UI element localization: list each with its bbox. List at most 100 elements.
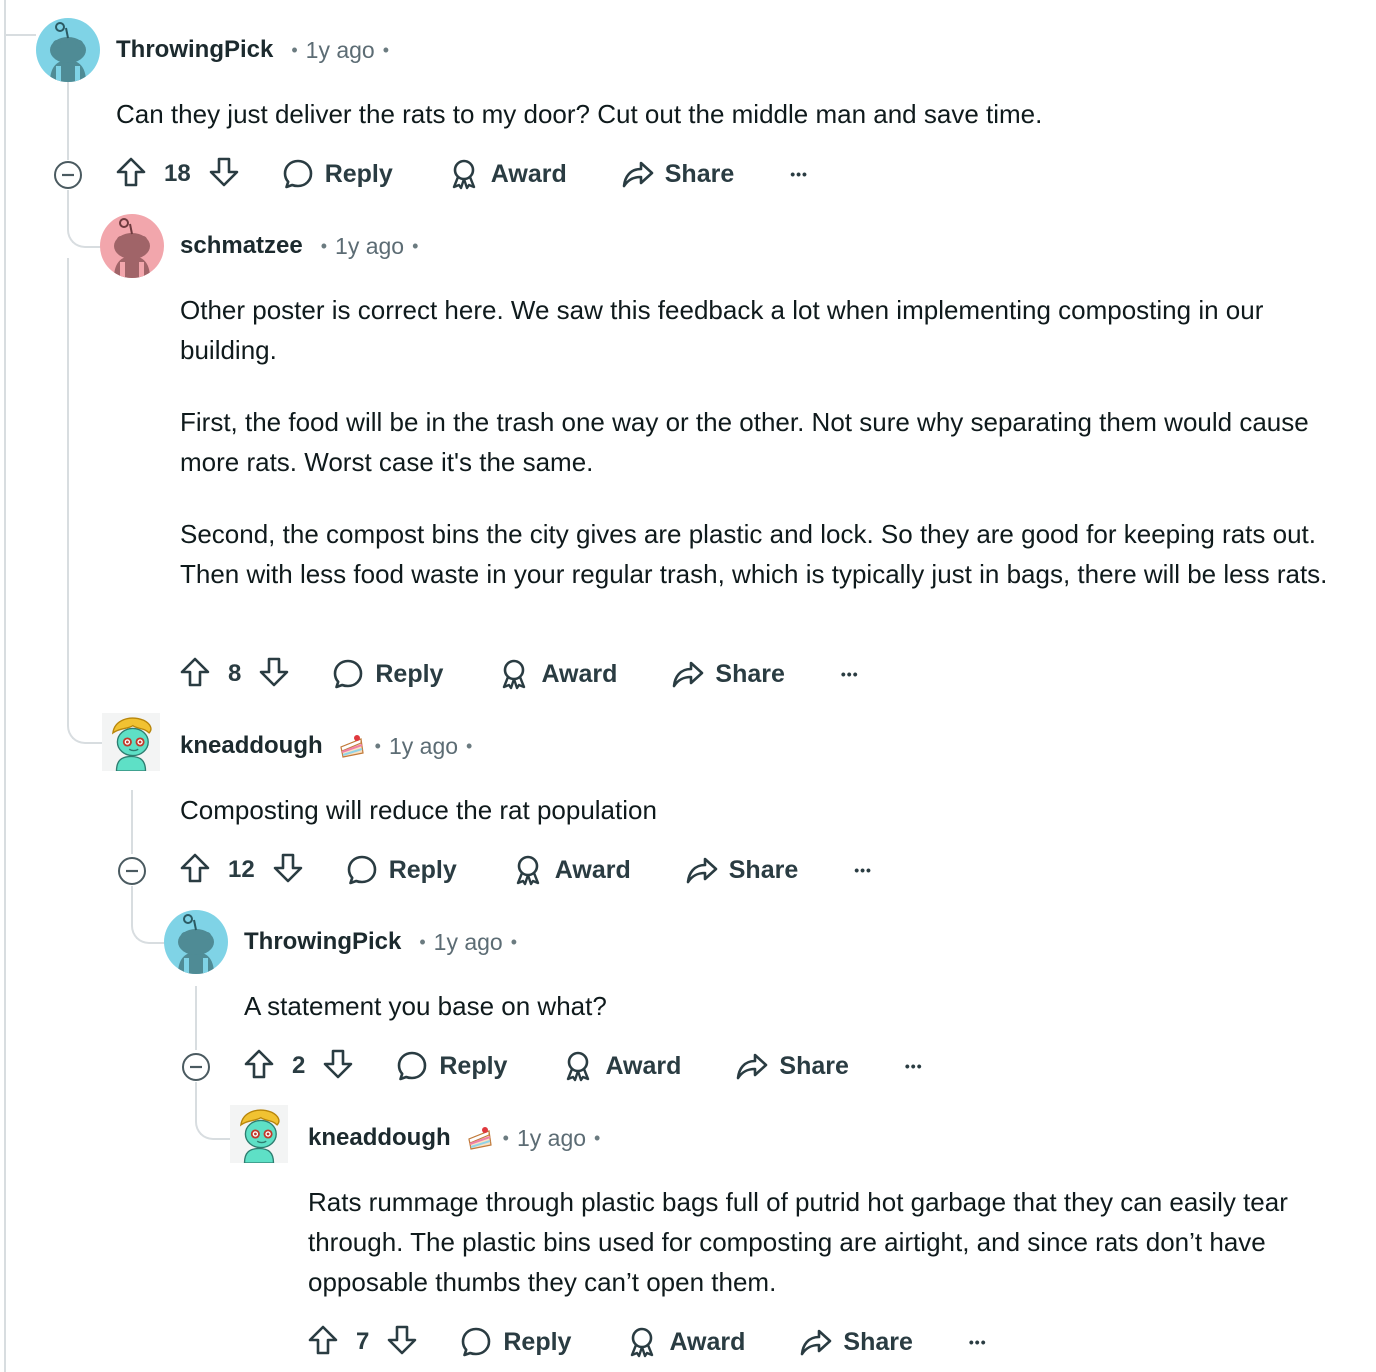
share-button[interactable]: Share: [735, 1049, 849, 1083]
timestamp[interactable]: 1y ago: [306, 37, 375, 64]
upvote-button[interactable]: [178, 851, 212, 890]
comment-body: Other poster is correct here. We saw thi…: [180, 290, 1360, 594]
avatar[interactable]: [230, 1102, 288, 1166]
snoo-avatar-icon: [164, 910, 228, 974]
upvote-icon: [178, 851, 212, 885]
timestamp[interactable]: 1y ago: [389, 733, 458, 760]
comment-actions: 12 Reply Award Share •••: [178, 850, 872, 890]
timestamp[interactable]: 1y ago: [335, 233, 404, 260]
upvote-button[interactable]: [306, 1323, 340, 1362]
upvote-icon: [242, 1047, 276, 1081]
upvote-icon: [178, 655, 212, 689]
award-icon: [625, 1325, 659, 1359]
downvote-icon: [207, 155, 241, 189]
comment-body: Rats rummage through plastic bags full o…: [308, 1182, 1364, 1302]
author-name[interactable]: ThrowingPick: [116, 36, 273, 64]
award-label: Award: [490, 159, 567, 188]
comment-paragraph: Composting will reduce the rat populatio…: [180, 795, 657, 825]
reply-label: Reply: [375, 659, 444, 688]
author-name[interactable]: kneaddough: [308, 1124, 451, 1152]
separator-dot: •: [320, 235, 328, 256]
author-name[interactable]: schmatzee: [180, 232, 303, 260]
separator-dot: •: [374, 735, 381, 756]
comment-paragraph: A statement you base on what?: [244, 991, 607, 1021]
upvote-button[interactable]: [114, 155, 148, 194]
award-icon: [561, 1049, 595, 1083]
comment-actions: 8 Reply Award Share •••: [178, 654, 859, 694]
reply-button[interactable]: Reply: [331, 657, 443, 691]
collapse-thread-icon[interactable]: [181, 1052, 211, 1082]
award-icon: [511, 853, 545, 887]
downvote-icon: [271, 851, 305, 885]
comment-actions: 2 Reply Award Share •••: [242, 1046, 923, 1086]
award-icon: [497, 657, 531, 691]
downvote-button[interactable]: [271, 851, 305, 890]
reply-button[interactable]: Reply: [395, 1049, 507, 1083]
comment-meta: schmatzee • 1y ago •: [180, 230, 426, 262]
downvote-button[interactable]: [207, 155, 241, 194]
downvote-button[interactable]: [321, 1047, 355, 1086]
share-icon: [799, 1325, 833, 1359]
vote-count: 12: [228, 856, 255, 883]
comment-actions: 18 Reply Award Share •••: [114, 154, 808, 194]
snoo-avatar-icon: [36, 18, 100, 82]
comment-meta: kneaddough • 1y ago •: [180, 730, 480, 762]
award-button[interactable]: Award: [497, 657, 617, 691]
comment-paragraph: Other poster is correct here. We saw thi…: [180, 295, 1264, 365]
reply-icon: [331, 657, 365, 691]
share-button[interactable]: Share: [671, 657, 785, 691]
downvote-button[interactable]: [385, 1323, 419, 1362]
comment-paragraph: Can they just deliver the rats to my doo…: [116, 99, 1043, 129]
author-name[interactable]: kneaddough: [180, 732, 323, 760]
avatar[interactable]: [164, 910, 228, 974]
comment-paragraph: First, the food will be in the trash one…: [180, 407, 1309, 477]
timestamp[interactable]: 1y ago: [517, 1125, 586, 1152]
award-button[interactable]: Award: [561, 1049, 681, 1083]
comment-meta: ThrowingPick • 1y ago •: [244, 926, 525, 958]
more-options-button[interactable]: •••: [841, 666, 859, 682]
reply-icon: [281, 157, 315, 191]
share-label: Share: [779, 1051, 849, 1080]
comment-meta: kneaddough • 1y ago •: [308, 1122, 608, 1154]
reply-button[interactable]: Reply: [345, 853, 457, 887]
award-button[interactable]: Award: [447, 157, 567, 191]
more-options-button[interactable]: •••: [969, 1334, 987, 1350]
separator-dot: •: [412, 235, 419, 256]
timestamp[interactable]: 1y ago: [434, 929, 503, 956]
award-label: Award: [541, 659, 618, 688]
award-label: Award: [669, 1327, 746, 1356]
share-icon: [735, 1049, 769, 1083]
reply-label: Reply: [388, 855, 457, 884]
award-label: Award: [605, 1051, 682, 1080]
author-name[interactable]: ThrowingPick: [244, 928, 401, 956]
comment-meta: ThrowingPick • 1y ago •: [116, 34, 397, 66]
more-options-button[interactable]: •••: [854, 862, 872, 878]
upvote-icon: [306, 1323, 340, 1357]
collapse-thread-icon[interactable]: [53, 160, 83, 190]
avatar[interactable]: [102, 710, 160, 774]
separator-dot: •: [419, 931, 426, 952]
collapse-thread-icon[interactable]: [117, 856, 147, 886]
upvote-button[interactable]: [178, 655, 212, 694]
comment-body: A statement you base on what?: [244, 986, 1354, 1026]
upvote-button[interactable]: [242, 1047, 276, 1086]
share-label: Share: [664, 159, 735, 188]
downvote-button[interactable]: [257, 655, 291, 694]
share-button[interactable]: Share: [799, 1325, 913, 1359]
upvote-icon: [114, 155, 148, 189]
award-button[interactable]: Award: [625, 1325, 745, 1359]
share-button[interactable]: Share: [685, 853, 798, 887]
separator-dot: •: [510, 931, 518, 952]
award-button[interactable]: Award: [511, 853, 631, 887]
reply-button[interactable]: Reply: [459, 1325, 571, 1359]
more-options-button[interactable]: •••: [905, 1058, 923, 1074]
share-button[interactable]: Share: [621, 157, 734, 191]
snoo-avatar-icon: [100, 214, 164, 278]
reply-button[interactable]: Reply: [281, 157, 393, 191]
more-options-button[interactable]: •••: [790, 166, 808, 182]
avatar[interactable]: [100, 214, 164, 278]
downvote-icon: [385, 1323, 419, 1357]
reply-label: Reply: [324, 159, 393, 188]
downvote-icon: [257, 655, 291, 689]
avatar[interactable]: [36, 18, 100, 82]
